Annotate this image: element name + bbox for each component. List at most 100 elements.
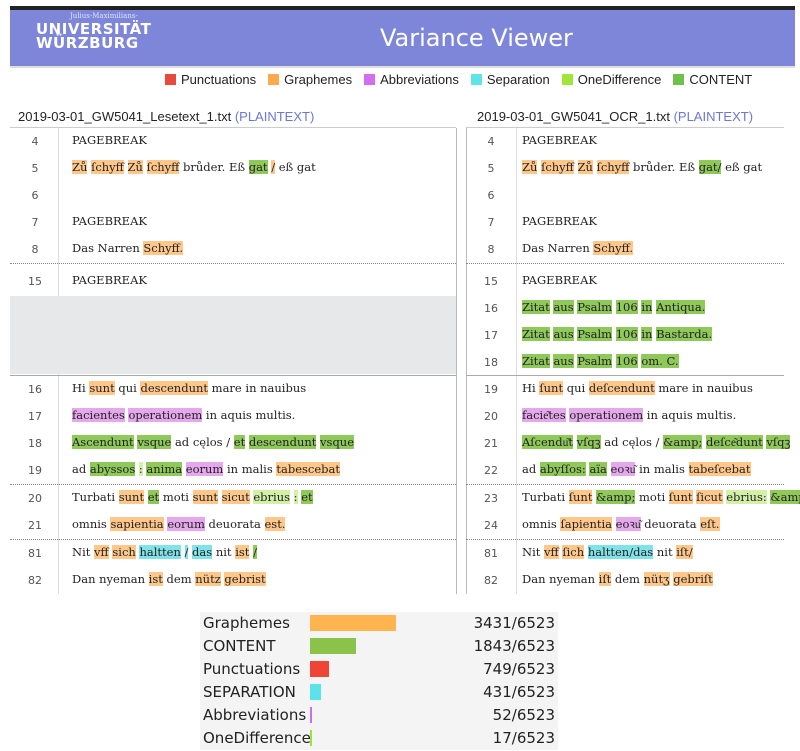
onedifference-diff[interactable]: ebrius bbox=[253, 490, 291, 504]
grapheme-diff[interactable]: / bbox=[271, 160, 276, 174]
left-row-82[interactable]: 82 Dan nyeman ist dem nütz gebrist bbox=[10, 567, 456, 594]
left-row-6[interactable]: 6 bbox=[10, 182, 456, 209]
grapheme-diff[interactable]: sunt bbox=[118, 490, 145, 504]
grapheme-diff[interactable]: ſchyff bbox=[91, 160, 124, 174]
right-file-format[interactable]: (PLAINTEXT) bbox=[674, 109, 753, 124]
content-diff[interactable]: vsque bbox=[137, 435, 172, 449]
abbreviation-diff[interactable]: operationem bbox=[569, 408, 644, 422]
left-row-21[interactable]: 21 omnis sapientia eorum deuorata est. bbox=[10, 512, 456, 539]
grapheme-diff[interactable]: ist bbox=[148, 572, 163, 586]
right-row-7[interactable]: 7 PAGEBREAK bbox=[466, 209, 784, 236]
grapheme-diff[interactable]: descendunt bbox=[140, 381, 209, 395]
right-row-81[interactable]: 81 Nit vff ſich haltten/das nit iſt/ bbox=[466, 540, 784, 567]
right-row-5[interactable]: 5 Zů ſchyff Zů ſchyff brůder. Eß gat/ eß… bbox=[466, 155, 784, 182]
grapheme-diff[interactable]: ſicut bbox=[696, 490, 723, 504]
grapheme-diff[interactable]: Zů bbox=[522, 160, 538, 174]
content-diff[interactable]: deſce͂dunt bbox=[705, 435, 763, 449]
grapheme-diff[interactable]: est. bbox=[264, 517, 286, 531]
separation-diff[interactable]: das bbox=[192, 545, 213, 559]
right-row-19[interactable]: 19 Hi ſunt qui deſcendunt mare in nauibu… bbox=[466, 376, 784, 403]
grapheme-diff[interactable]: Zů bbox=[127, 160, 143, 174]
grapheme-diff[interactable]: sapientia bbox=[110, 517, 164, 531]
content-diff[interactable]: abyssos bbox=[89, 462, 136, 476]
content-diff[interactable]: Bastarda. bbox=[656, 327, 713, 341]
grapheme-diff[interactable]: vff bbox=[94, 545, 109, 559]
grapheme-diff[interactable]: vff bbox=[544, 545, 559, 559]
content-diff[interactable]: Ascendunt bbox=[72, 435, 134, 449]
left-file-format[interactable]: (PLAINTEXT) bbox=[235, 109, 314, 124]
grapheme-diff[interactable]: ſunt bbox=[668, 490, 693, 504]
content-diff[interactable]: descendunt bbox=[248, 435, 317, 449]
onedifference-diff[interactable]: : bbox=[293, 490, 298, 504]
left-row-16[interactable]: 16 Hi sunt qui descendunt mare in nauibu… bbox=[10, 376, 456, 403]
content-diff[interactable]: Psalm bbox=[577, 300, 613, 314]
content-diff[interactable]: aïa bbox=[589, 462, 607, 476]
content-diff[interactable]: &amp; bbox=[596, 490, 636, 504]
grapheme-diff[interactable]: Schyff. bbox=[143, 241, 184, 255]
separation-diff[interactable]: haltten/das bbox=[587, 545, 654, 559]
grapheme-diff[interactable]: ſunt bbox=[568, 490, 593, 504]
grapheme-diff[interactable]: gebriſt bbox=[673, 572, 713, 586]
abbreviation-diff[interactable]: operationem bbox=[128, 408, 203, 422]
right-row-18[interactable]: 18 Zitat aus Psalm 106 om. C. bbox=[466, 349, 784, 376]
separation-diff[interactable]: haltten bbox=[139, 545, 181, 559]
grapheme-diff[interactable]: gebrist bbox=[224, 572, 266, 586]
grapheme-diff[interactable]: ſchyff bbox=[541, 160, 574, 174]
right-row-23[interactable]: 23 Turbati ſunt &amp; moti ſunt ſicut eb… bbox=[466, 485, 800, 512]
right-row-17[interactable]: 17 Zitat aus Psalm 106 in Bastarda. bbox=[466, 322, 784, 349]
content-diff[interactable]: aus bbox=[553, 327, 574, 341]
grapheme-diff[interactable]: Zů bbox=[72, 160, 88, 174]
content-diff[interactable]: 106 bbox=[615, 327, 638, 341]
content-diff[interactable]: anima bbox=[146, 462, 183, 476]
content-diff[interactable]: vsque bbox=[320, 435, 355, 449]
grapheme-diff[interactable]: eſt. bbox=[700, 517, 720, 531]
abbreviation-diff[interactable]: facie͂tes bbox=[522, 408, 566, 422]
legend-item-separation[interactable]: Separation bbox=[470, 72, 550, 87]
content-diff[interactable]: Psalm bbox=[577, 327, 613, 341]
left-row-4[interactable]: 4 PAGEBREAK bbox=[10, 128, 456, 155]
content-diff[interactable]: Psalm bbox=[577, 354, 613, 368]
left-row-81[interactable]: 81 Nit vff sich haltten / das nit ist / bbox=[10, 540, 456, 567]
grapheme-diff[interactable]: sunt bbox=[89, 381, 115, 395]
content-diff[interactable]: et bbox=[233, 435, 246, 449]
content-diff[interactable]: vſqꝫ bbox=[766, 435, 791, 449]
content-diff[interactable]: abyſſos: bbox=[539, 462, 586, 476]
legend-item-onedifference[interactable]: OneDifference bbox=[561, 72, 661, 87]
left-row-5[interactable]: 5 Zů ſchyff Zů ſchyff brůder. Eß gat / e… bbox=[10, 155, 456, 182]
abbreviation-diff[interactable]: eoꝛu͂ bbox=[610, 462, 636, 476]
grapheme-diff[interactable]: ist bbox=[235, 545, 250, 559]
grapheme-diff[interactable]: nütz bbox=[195, 572, 221, 586]
right-row-24[interactable]: 24 omnis ſapientia eoꝛu͂ deuorata eſt. bbox=[466, 512, 784, 539]
grapheme-diff[interactable]: sunt bbox=[192, 490, 218, 504]
grapheme-diff[interactable]: iſt bbox=[598, 572, 612, 586]
left-row-19[interactable]: 19 ad abyssos : anima eorum in malis tab… bbox=[10, 457, 456, 484]
right-row-22[interactable]: 22 ad abyſſos: aïa eoꝛu͂ in malis tabeſc… bbox=[466, 457, 784, 484]
content-diff[interactable]: 106 bbox=[615, 300, 638, 314]
left-row-18[interactable]: 18 Ascendunt vsque ad cęlos / et descend… bbox=[10, 430, 456, 457]
content-diff[interactable]: vſqꝫ bbox=[576, 435, 601, 449]
university-logo[interactable]: Julius-Maximilians- UNIVERSITÄT WÜRZBURG bbox=[18, 10, 153, 66]
onedifference-diff[interactable]: ebrius: bbox=[726, 490, 767, 504]
left-row-20[interactable]: 20 Turbati sunt et moti sunt sicut ebriu… bbox=[10, 485, 456, 512]
abbreviation-diff[interactable]: facientes bbox=[72, 408, 125, 422]
content-diff[interactable]: 106 bbox=[615, 354, 638, 368]
legend-item-graphemes[interactable]: Graphemes bbox=[268, 72, 352, 87]
content-diff[interactable]: om. C. bbox=[641, 354, 679, 368]
abbreviation-diff[interactable]: eorum bbox=[185, 462, 224, 476]
legend-item-punctuations[interactable]: Punctuations bbox=[165, 72, 256, 87]
grapheme-diff[interactable]: ſapientia bbox=[560, 517, 613, 531]
grapheme-diff[interactable]: sich bbox=[112, 545, 136, 559]
grapheme-diff[interactable]: nütʒ bbox=[643, 572, 670, 586]
content-diff[interactable]: Zitat bbox=[522, 327, 550, 341]
grapheme-diff[interactable]: ſchyff bbox=[596, 160, 630, 174]
grapheme-diff[interactable]: ſchyff bbox=[146, 160, 180, 174]
content-diff[interactable]: gat bbox=[248, 160, 268, 174]
grapheme-diff[interactable]: sicut bbox=[221, 490, 250, 504]
grapheme-diff[interactable]: ſunt bbox=[539, 381, 564, 395]
legend-item-content[interactable]: CONTENT bbox=[673, 72, 752, 87]
right-row-82[interactable]: 82 Dan nyeman iſt dem nütʒ gebriſt bbox=[466, 567, 784, 594]
grapheme-diff[interactable]: ſich bbox=[562, 545, 585, 559]
content-diff[interactable]: Aſcendu͂t bbox=[522, 435, 573, 449]
right-row-16[interactable]: 16 Zitat aus Psalm 106 in Antiqua. bbox=[466, 295, 784, 322]
grapheme-diff[interactable]: Zů bbox=[577, 160, 593, 174]
